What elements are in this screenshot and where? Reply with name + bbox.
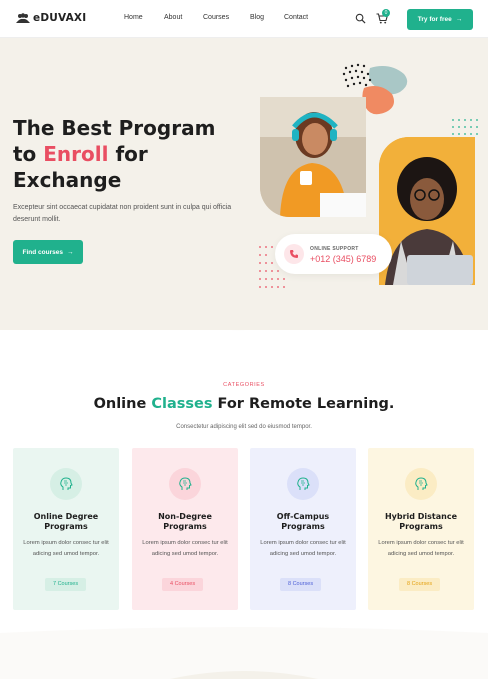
brain-head-icon (169, 468, 201, 500)
arrow-right-icon: → (66, 248, 74, 256)
card-title: Online Degree Programs (13, 512, 119, 531)
nav-courses[interactable]: Courses (203, 14, 229, 21)
hero-photo-student-headphones (260, 97, 366, 217)
card-course-count[interactable]: 8 Courses (399, 578, 441, 591)
card-title-line2: Programs (163, 521, 207, 531)
nav-home[interactable]: Home (124, 14, 143, 21)
category-card-hybrid-distance[interactable]: Hybrid Distance Programs Lorem ipsum dolo… (368, 448, 474, 610)
try-for-free-label: Try for free (417, 16, 452, 23)
card-title-line1: Online Degree (33, 512, 99, 521)
find-courses-label: Find courses (22, 248, 63, 256)
card-title: Hybrid Distance Programs (368, 512, 474, 531)
hero-headline-accent: Enroll (43, 142, 109, 166)
card-description: Lorem ipsum dolor consec tur elit adicin… (260, 540, 346, 557)
card-course-count[interactable]: 8 Courses (280, 578, 322, 591)
categories-heading-prefix: Online (93, 396, 152, 412)
categories-eyebrow: CATEGORIES (223, 382, 265, 388)
card-title-line1: Hybrid Distance (384, 512, 458, 521)
categories-heading-accent: Classes (151, 396, 213, 412)
nav-about[interactable]: About (164, 14, 182, 21)
card-description: Lorem ipsum dolor consec tur elit adicin… (142, 540, 228, 557)
category-card-off-campus[interactable]: Off-Campus Programs Lorem ipsum dolor con… (250, 448, 356, 610)
categories-heading-suffix: For Remote Learning. (212, 396, 395, 412)
hero-wave-divider (0, 295, 488, 331)
card-title-line1: Non-Degree (158, 512, 212, 521)
brand-name: eDUVAXI (33, 12, 87, 24)
category-card-online-degree[interactable]: Online Degree Programs Lorem ipsum dolor … (13, 448, 119, 610)
phone-icon (284, 244, 304, 264)
card-course-count[interactable]: 4 Courses (162, 578, 204, 591)
card-title-line2: Programs (399, 521, 443, 531)
users-logo-icon (16, 13, 30, 23)
next-section-divider (0, 627, 488, 679)
support-phone-number[interactable]: +012 (345) 6789 (310, 254, 376, 264)
card-title-line2: Programs (281, 521, 325, 531)
hero-headline: The Best Program to Enroll for Exchange (13, 115, 243, 193)
card-title-line2: Programs (44, 521, 88, 531)
nav-contact[interactable]: Contact (284, 14, 308, 21)
card-description: Lorem ipsum dolor consec tur elit adicin… (378, 540, 464, 557)
cart-count-badge: 0 (382, 9, 390, 17)
online-support-label: ONLINE SUPPORT (310, 246, 359, 252)
brain-head-icon (287, 468, 319, 500)
card-description: Lorem ipsum dolor consec tur elit adicin… (23, 540, 109, 557)
dotted-pattern-teal (452, 119, 478, 135)
hero-photo-student-laptop (379, 137, 475, 285)
try-for-free-button[interactable]: Try for free → (407, 9, 473, 30)
hero-description: Excepteur sint occaecat cupidatat non pr… (13, 204, 232, 223)
student-headphones-illustration (260, 97, 366, 217)
card-course-count[interactable]: 7 Courses (45, 578, 87, 591)
search-icon[interactable] (355, 13, 366, 24)
categories-subtitle: Consectetur adipiscing elit sed do eiusm… (176, 424, 312, 430)
categories-heading: Online Classes For Remote Learning. (0, 396, 488, 412)
category-card-non-degree[interactable]: Non-Degree Programs Lorem ipsum dolor con… (132, 448, 238, 610)
brain-head-icon (405, 468, 437, 500)
online-support-card[interactable]: ONLINE SUPPORT +012 (345) 6789 (275, 234, 392, 274)
nav-blog[interactable]: Blog (250, 14, 264, 21)
brand-logo[interactable]: eDUVAXI (16, 12, 86, 24)
student-laptop-illustration (379, 137, 475, 285)
find-courses-button[interactable]: Find courses → (13, 240, 83, 264)
arrow-right-icon: → (455, 16, 463, 23)
top-navbar: eDUVAXI Home About Courses Blog Contact … (0, 0, 488, 38)
card-title: Non-Degree Programs (132, 512, 238, 531)
card-title: Off-Campus Programs (250, 512, 356, 531)
brain-head-icon (50, 468, 82, 500)
card-title-line1: Off-Campus (276, 512, 330, 521)
